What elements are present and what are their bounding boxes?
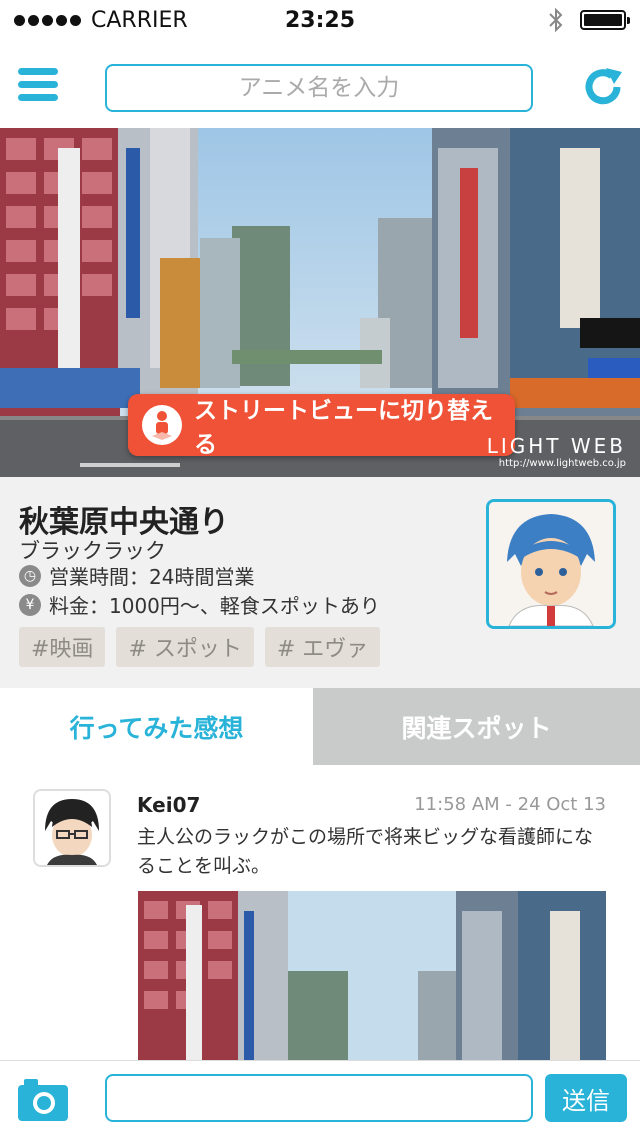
tab-related-spots[interactable]: 関連スポット: [313, 688, 640, 765]
comment-photo[interactable]: [138, 891, 606, 1060]
price-row: ¥ 料金：1000円〜、軽食スポットあり: [19, 590, 380, 619]
yen-icon: ¥: [19, 593, 41, 616]
price-text: 料金：1000円〜、軽食スポットあり: [49, 594, 380, 618]
anime-character-thumbnail[interactable]: [486, 499, 616, 629]
tag-eva[interactable]: # エヴァ: [264, 627, 381, 667]
hours-text: 営業時間：24時間営業: [49, 565, 255, 589]
spot-info: 秋葉原中央通り ブラックラック ◷ 営業時間：24時間営業 ¥ 料金：1000円…: [0, 477, 640, 688]
search-input[interactable]: [105, 64, 533, 112]
comment-username[interactable]: Kei07: [137, 793, 200, 817]
streetview-person-icon: [142, 405, 182, 445]
tab-bar: 行ってみた感想 関連スポット: [0, 688, 640, 765]
camera-icon[interactable]: [18, 1077, 68, 1121]
top-bar: [0, 40, 640, 128]
comment-item: Kei07 11:58 AM - 24 Oct 13 主人公のラックがこの場所で…: [0, 765, 640, 1060]
user-avatar[interactable]: [33, 789, 111, 867]
tag-spot[interactable]: # スポット: [116, 627, 254, 667]
carrier-label: CARRIER: [91, 7, 188, 33]
comment-text: 主人公のラックがこの場所で将来ビッグな看護師になることを叫ぶ。: [137, 826, 594, 877]
bluetooth-icon: [549, 7, 563, 33]
send-button[interactable]: 送信: [545, 1074, 627, 1122]
street-photo: ストリートビューに切り替える LIGHT WEB http://www.ligh…: [0, 128, 640, 477]
comment-timestamp: 11:58 AM - 24 Oct 13: [414, 794, 606, 815]
status-right: [548, 7, 630, 33]
hours-row: ◷ 営業時間：24時間営業: [19, 561, 254, 590]
battery-icon: [580, 10, 630, 30]
streetview-label: ストリートビューに切り替える: [193, 398, 493, 458]
status-left: CARRIER: [14, 8, 188, 33]
hamburger-icon: [18, 68, 58, 75]
signal-strength-icon: [14, 14, 81, 26]
refresh-icon[interactable]: [580, 64, 626, 110]
message-input[interactable]: [105, 1074, 533, 1122]
menu-button[interactable]: [18, 68, 58, 104]
tag-movie[interactable]: #映画: [19, 627, 106, 667]
tag-list: #映画 # スポット # エヴァ: [19, 627, 381, 667]
streetview-button[interactable]: ストリートビューに切り替える: [128, 394, 515, 458]
bottom-bar: 送信: [0, 1060, 640, 1136]
watermark: LIGHT WEB http://www.lightweb.co.jp: [487, 434, 626, 469]
watermark-url: http://www.lightweb.co.jp: [498, 458, 626, 469]
tab-impressions[interactable]: 行ってみた感想: [0, 688, 313, 765]
status-bar: CARRIER 23:25: [0, 0, 640, 40]
clock-icon: ◷: [19, 564, 41, 587]
watermark-brand: LIGHT WEB: [486, 434, 626, 458]
